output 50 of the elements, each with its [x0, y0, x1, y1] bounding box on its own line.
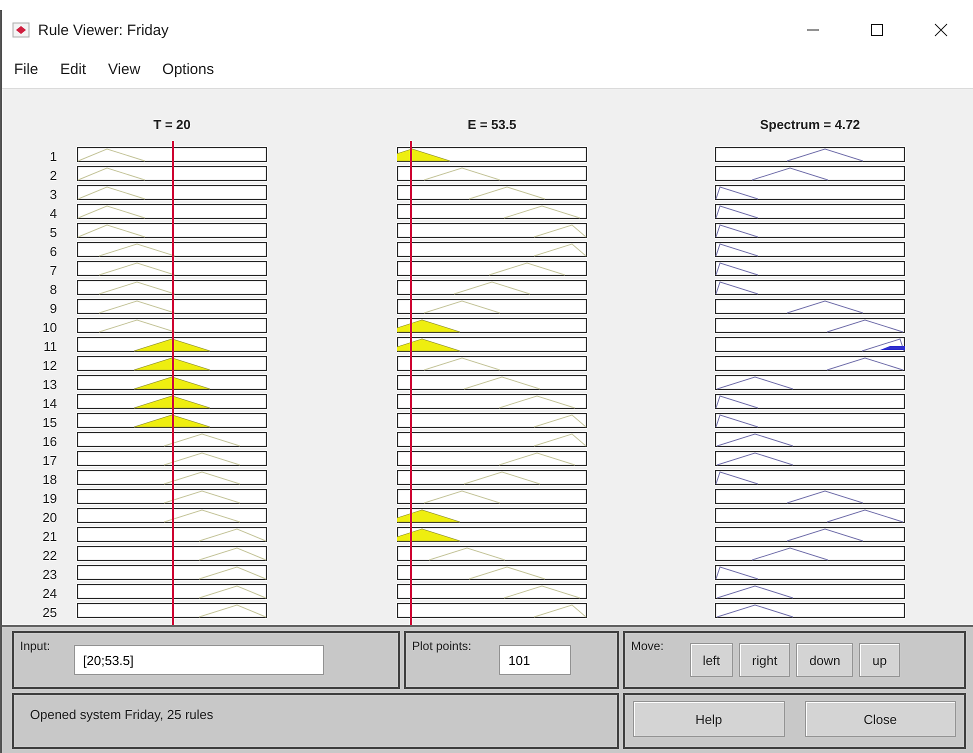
variable-label: E = 53.5	[468, 117, 516, 132]
rule-number: 20	[42, 509, 57, 527]
move-button[interactable]: left	[690, 643, 734, 677]
status-message: Opened system Friday, 25 rules	[30, 707, 214, 722]
input-field[interactable]: [20;53.5]	[74, 645, 324, 675]
menu-item[interactable]: File	[6, 56, 46, 82]
rule-number: 12	[42, 357, 57, 375]
plot-points-field[interactable]: 101	[499, 645, 572, 675]
rule-number: 18	[42, 471, 57, 489]
menu-item[interactable]: View	[100, 56, 148, 82]
rule-number: 11	[44, 338, 57, 356]
rule-number: 17	[42, 452, 57, 470]
rule-number: 2	[50, 167, 57, 185]
menu-item[interactable]: Edit	[52, 56, 94, 82]
rule-number: 4	[50, 205, 57, 223]
rule-number: 14	[42, 395, 57, 413]
menu-item[interactable]: Options	[154, 56, 222, 82]
rule-number: 13	[42, 376, 57, 394]
close-icon[interactable]	[934, 23, 948, 37]
rule-number: 22	[42, 547, 57, 565]
dialog-button[interactable]: Help	[633, 701, 784, 737]
rule-number: 10	[42, 319, 57, 337]
rule-number: 16	[42, 433, 57, 451]
rule-number: 6	[50, 243, 57, 261]
rule-number: 23	[42, 566, 57, 584]
rule-number: 9	[50, 300, 57, 318]
rule-number: 25	[42, 604, 57, 622]
rule-number: 19	[42, 490, 57, 508]
rule-number: 8	[50, 281, 57, 299]
input-marker-line[interactable]	[410, 141, 412, 625]
move-button[interactable]: right	[739, 643, 790, 677]
rule-number: 3	[50, 186, 57, 204]
plot-points-label: Plot points:	[412, 639, 472, 653]
rule-number: 24	[42, 585, 57, 603]
rule-number: 15	[42, 414, 57, 432]
input-label: Input:	[20, 639, 50, 653]
variable-label: Spectrum = 4.72	[760, 117, 860, 132]
maximize-icon[interactable]	[870, 23, 884, 37]
window-title: Rule Viewer: Friday	[38, 22, 170, 38]
rule-number: 5	[50, 224, 57, 242]
rule-number: 1	[50, 148, 57, 166]
rule-number: 7	[50, 262, 57, 280]
rule-number: 21	[42, 528, 57, 546]
input-marker-line[interactable]	[172, 141, 174, 625]
variable-label: T = 20	[153, 117, 191, 132]
app-icon	[12, 22, 30, 38]
move-button[interactable]: up	[859, 643, 900, 677]
move-button[interactable]: down	[796, 643, 854, 677]
move-label: Move:	[631, 639, 664, 653]
dialog-button[interactable]: Close	[804, 701, 956, 737]
